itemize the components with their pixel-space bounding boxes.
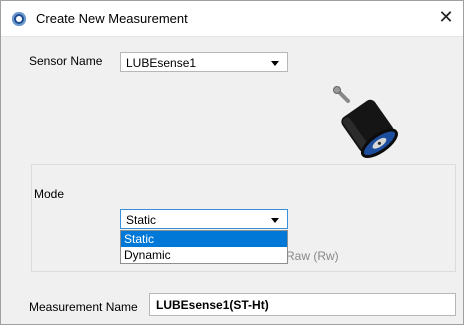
chevron-down-icon bbox=[271, 61, 279, 66]
mode-option-static[interactable]: Static bbox=[121, 231, 287, 247]
mode-options-list: Static Dynamic bbox=[120, 230, 288, 264]
sensor-name-label: Sensor Name bbox=[29, 54, 103, 68]
app-logo-icon bbox=[12, 12, 26, 26]
chevron-down-icon bbox=[271, 218, 279, 223]
sensor-name-value: LUBEsense1 bbox=[126, 56, 197, 70]
sensor-name-dropdown[interactable]: LUBEsense1 bbox=[120, 52, 288, 72]
close-button[interactable]: ✕ bbox=[433, 6, 459, 30]
mode-selected-value: Static bbox=[126, 213, 157, 227]
mode-dropdown[interactable]: Static bbox=[120, 209, 288, 229]
measurement-name-label: Measurement Name bbox=[29, 300, 138, 314]
window-title: Create New Measurement bbox=[36, 11, 188, 26]
measurement-name-value: LUBEsense1(ST-Ht) bbox=[156, 298, 269, 312]
mode-option-dynamic[interactable]: Dynamic bbox=[121, 247, 287, 263]
sensor-device-image bbox=[333, 86, 398, 158]
title-bar: Create New Measurement ✕ bbox=[1, 1, 463, 37]
measurement-name-input[interactable]: LUBEsense1(ST-Ht) bbox=[149, 293, 456, 316]
create-measurement-dialog: Create New Measurement ✕ Sensor Name LUB… bbox=[0, 0, 464, 325]
hidden-option-text: Raw (Rw) bbox=[286, 249, 339, 263]
